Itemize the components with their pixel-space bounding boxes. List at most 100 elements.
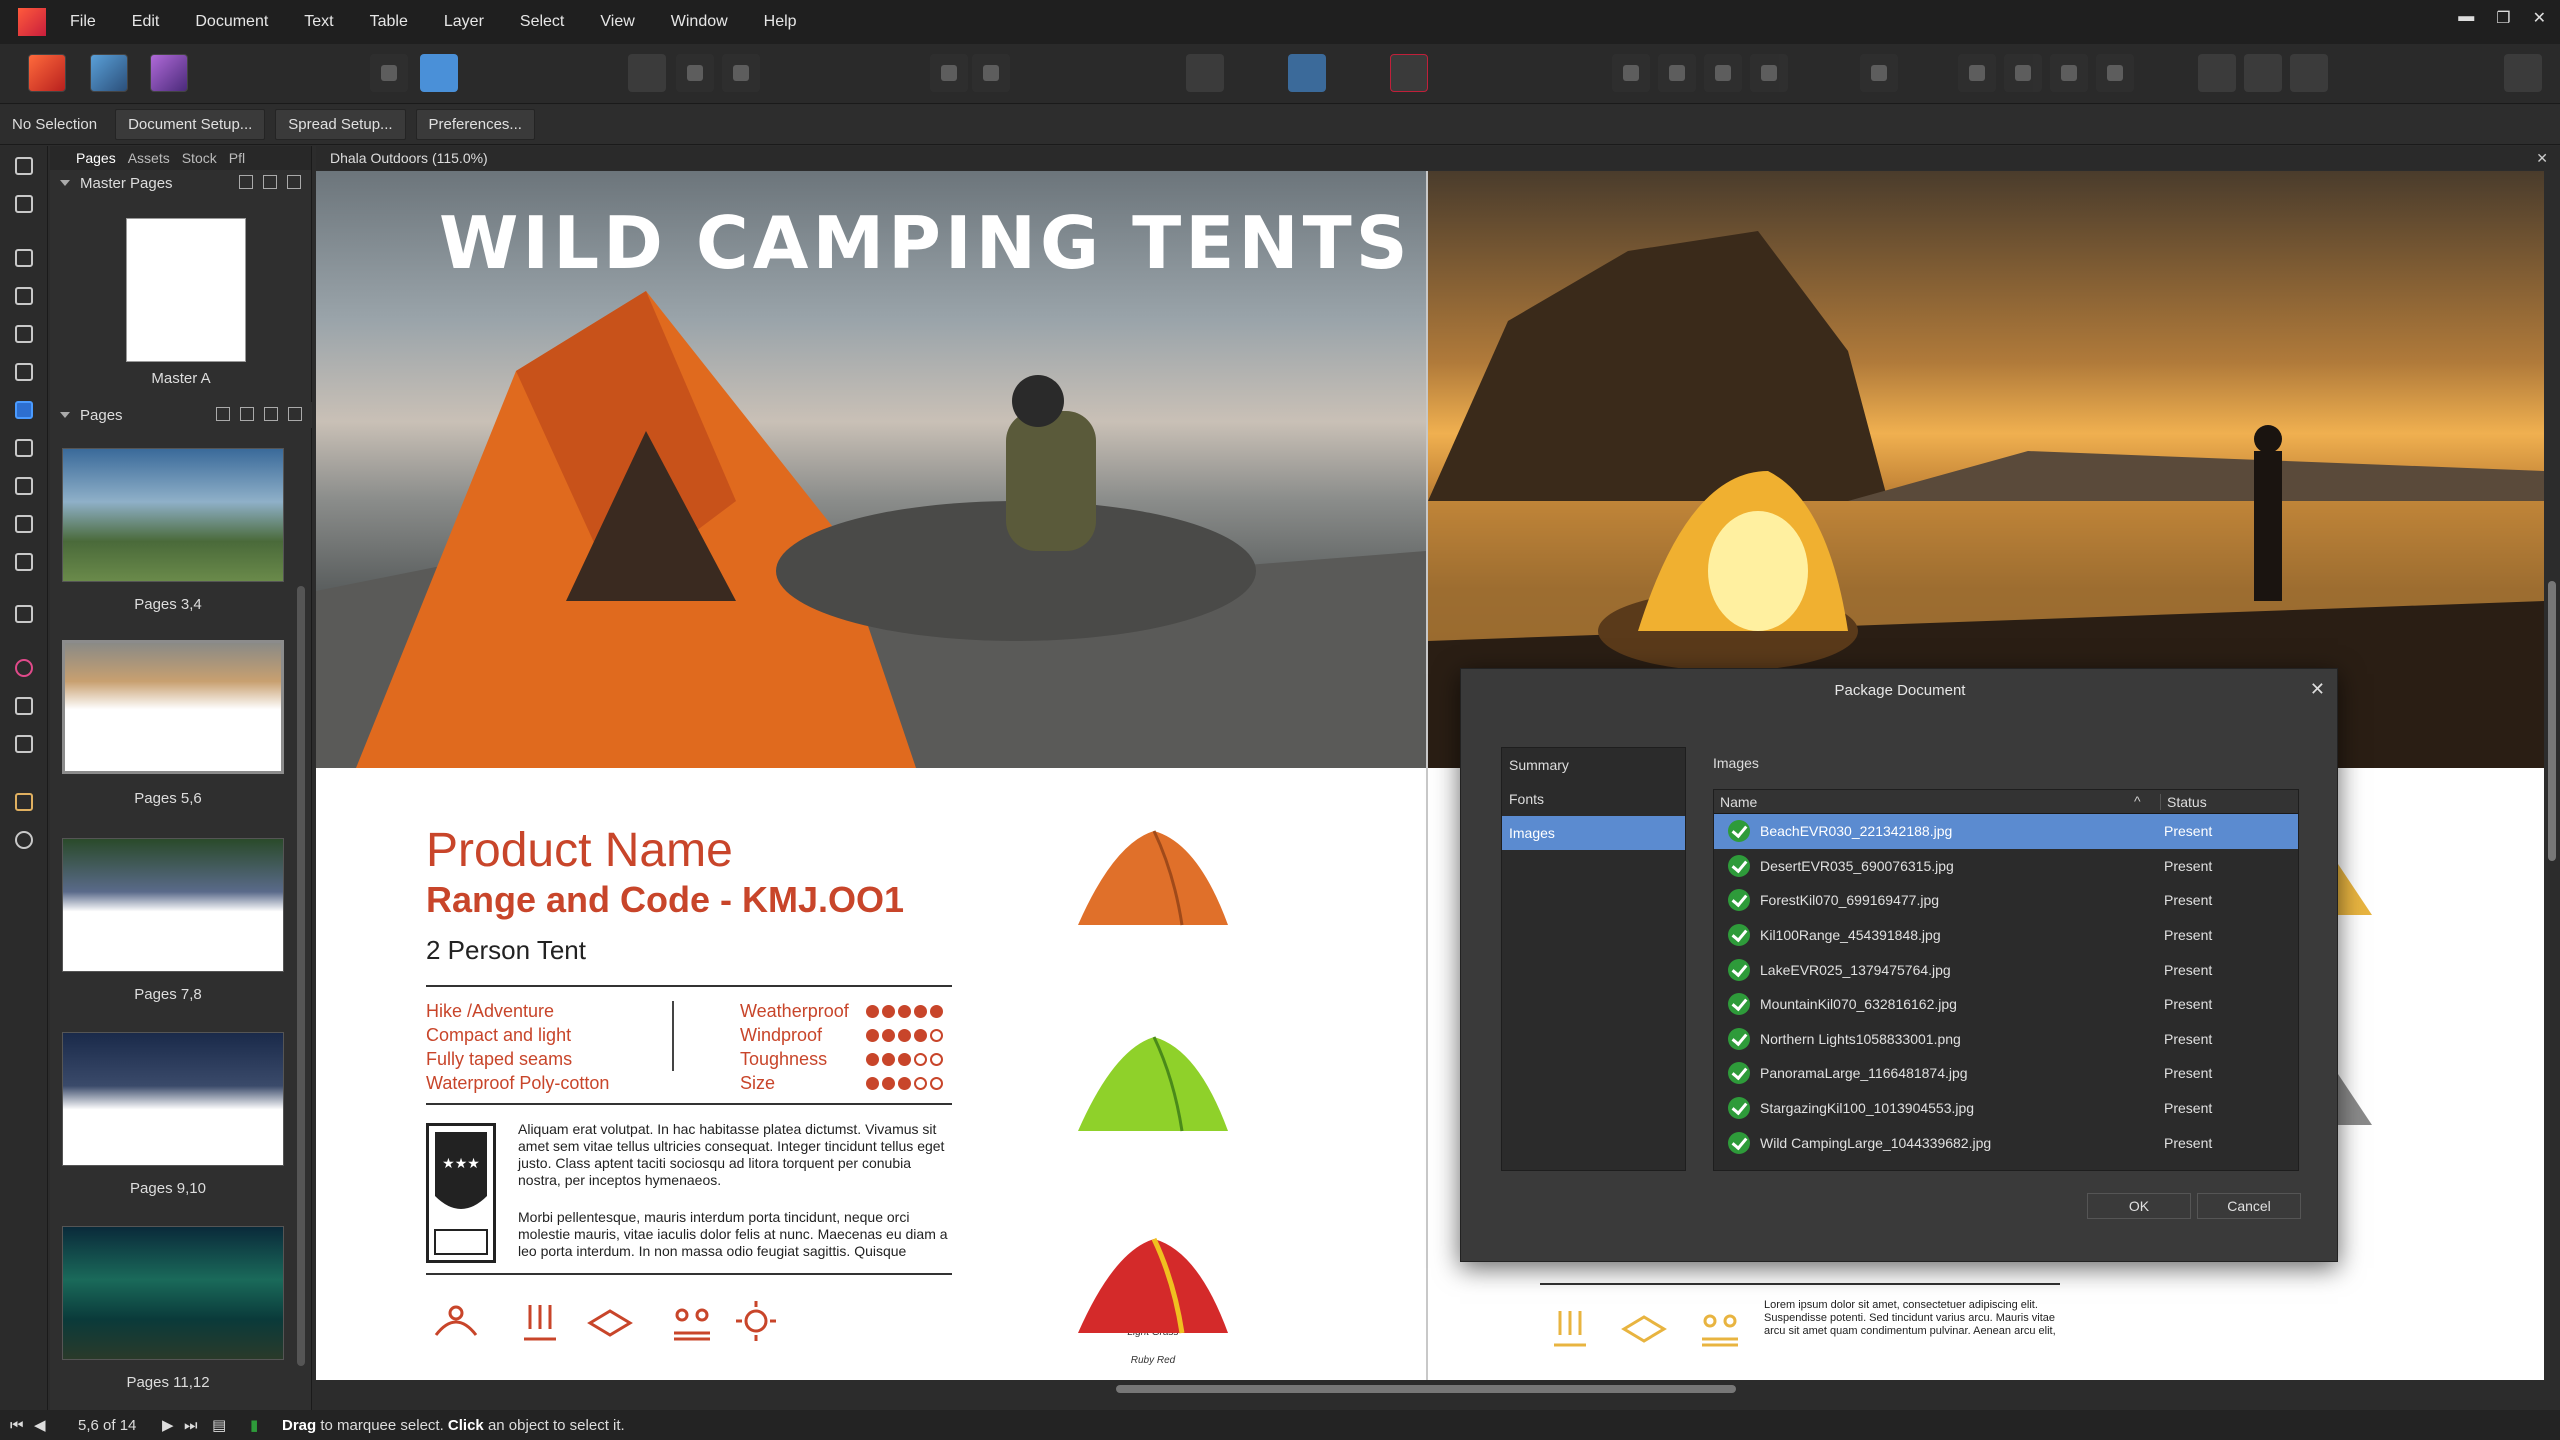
prev-page-icon[interactable]: ◀ [34,1416,46,1434]
table-row[interactable]: MountainKil070_632816162.jpg Present [1714,987,2298,1022]
scroll-thumb[interactable] [1116,1385,1736,1393]
hand-tool-icon[interactable] [12,790,36,814]
publisher-persona-icon[interactable] [28,54,66,92]
table-row[interactable]: LakeEVR025_1379475764.jpg Present [1714,952,2298,987]
close-document-icon[interactable]: ✕ [2536,146,2548,170]
image-tool-icon[interactable] [12,550,36,574]
tab-preflight[interactable]: Pfl [229,150,245,166]
table-row[interactable]: Kil100Range_454391848.jpg Present [1714,918,2298,953]
table-row[interactable]: PanoramaLarge_1166481874.jpg Present [1714,1056,2298,1091]
rotate-icon[interactable] [2004,54,2042,92]
menu-edit[interactable]: Edit [132,13,160,31]
collapse-icon[interactable] [60,180,70,186]
table-row[interactable]: StargazingKil100_1013904553.jpg Present [1714,1091,2298,1126]
boolean-subtract-icon[interactable] [2244,54,2282,92]
menu-document[interactable]: Document [195,13,268,31]
designer-persona-icon[interactable] [90,54,128,92]
table-row[interactable]: Wild CampingLarge_1044339682.jpg Present [1714,1125,2298,1160]
preflight-status-icon[interactable]: ▮ [250,1416,258,1434]
master-page-thumbnail[interactable] [126,218,246,362]
close-window-button[interactable]: ✕ [2533,8,2546,28]
user-account-icon[interactable] [2504,54,2542,92]
app-logo[interactable] [18,8,46,36]
tent-image-ruby-red[interactable] [1074,1231,1232,1341]
table-row[interactable]: Northern Lights1058833001.png Present [1714,1022,2298,1057]
menu-layer[interactable]: Layer [444,13,484,31]
menu-table[interactable]: Table [370,13,408,31]
column-name[interactable]: Name [1720,794,1757,810]
pin-icon[interactable] [930,54,968,92]
pen-tool-icon[interactable] [12,360,36,384]
pages-spread-icon[interactable] [1288,54,1326,92]
page-thumbnail-3-4[interactable] [62,448,284,582]
table-row[interactable]: ForestKil070_699169477.jpg Present [1714,883,2298,918]
column-status[interactable]: Status [2160,793,2207,810]
ok-button[interactable]: OK [2087,1193,2191,1219]
tab-assets[interactable]: Assets [128,150,170,166]
flip-vertical-icon[interactable] [2096,54,2134,92]
tab-stock[interactable]: Stock [182,150,217,166]
boolean-intersect-icon[interactable] [2290,54,2328,92]
page-position[interactable]: 5,6 of 14 [78,1417,136,1434]
menu-file[interactable]: File [70,13,96,31]
panel-scrollbar[interactable] [297,586,305,1366]
table-row[interactable]: BeachEVR030_221342188.jpg Present [1714,814,2298,849]
pages-header[interactable]: Pages [50,402,312,428]
frame-text-tool-icon[interactable] [12,246,36,270]
view-mode-icon[interactable] [628,54,666,92]
arrange-front-icon[interactable] [1750,54,1788,92]
tent-image-burnt-sienna[interactable] [1074,823,1232,933]
crop-icon[interactable] [722,54,760,92]
arrange-backward-icon[interactable] [1658,54,1696,92]
close-icon[interactable]: ✕ [2310,679,2325,700]
scroll-thumb[interactable] [2548,581,2556,861]
nav-fonts[interactable]: Fonts [1502,782,1685,816]
duplicate-master-icon[interactable] [263,175,277,189]
eyedropper-tool-icon[interactable] [12,732,36,756]
sort-ascending-icon[interactable]: ^ [2134,793,2141,809]
nav-summary[interactable]: Summary [1502,748,1685,782]
master-pages-header[interactable]: Master Pages [50,170,311,196]
snapping-magnet-icon[interactable] [1390,54,1428,92]
duplicate-page-icon[interactable] [264,407,278,421]
rotate-right-icon[interactable] [2050,54,2088,92]
minimize-button[interactable]: ▬ [2458,8,2474,28]
align-icon[interactable] [1860,54,1898,92]
document-tab[interactable]: Dhala Outdoors (115.0%) ✕ [316,146,2560,170]
photo-persona-icon[interactable] [150,54,188,92]
tent-image-light-grass[interactable] [1074,1029,1232,1139]
menu-view[interactable]: View [600,13,634,31]
hero-photo-left[interactable]: WILD CAMPING TENTS [316,171,1426,768]
vertical-scrollbar[interactable] [2544,171,2560,1380]
arrange-forward-icon[interactable] [1704,54,1742,92]
page-thumbnail-11-12[interactable] [62,1226,284,1360]
page-thumbnail-5-6[interactable] [62,640,284,774]
delete-page-icon[interactable] [288,407,302,421]
page-thumbnail-7-8[interactable] [62,838,284,972]
preview-mode-icon[interactable] [1186,54,1224,92]
delete-master-icon[interactable] [287,175,301,189]
table-tool-icon[interactable] [12,284,36,308]
zoom-tool-icon[interactable] [12,828,36,852]
collapse-icon[interactable] [60,412,70,418]
horizontal-scrollbar[interactable] [316,1380,2560,1398]
preferences-button[interactable]: Preferences... [415,109,535,140]
spread-setup-button[interactable]: Spread Setup... [275,109,406,140]
first-page-icon[interactable]: ⏮ [10,1417,24,1434]
ellipse-frame-tool-icon[interactable] [12,474,36,498]
add-page-icon[interactable] [240,407,254,421]
tab-pages[interactable]: Pages [76,150,116,166]
picture-frame-tool-icon[interactable] [12,436,36,460]
artistic-text-tool-icon[interactable] [12,322,36,346]
menu-select[interactable]: Select [520,13,564,31]
cancel-button[interactable]: Cancel [2197,1193,2301,1219]
rectangle-tool-icon[interactable] [12,398,36,422]
color-picker-tool-icon[interactable] [12,656,36,680]
boolean-add-icon[interactable] [2198,54,2236,92]
menu-text[interactable]: Text [304,13,333,31]
menu-window[interactable]: Window [671,13,728,31]
place-image-tool-icon[interactable] [12,512,36,536]
menu-help[interactable]: Help [764,13,797,31]
node-tool-icon[interactable] [12,192,36,216]
document-setup-button[interactable]: Document Setup... [115,109,266,140]
